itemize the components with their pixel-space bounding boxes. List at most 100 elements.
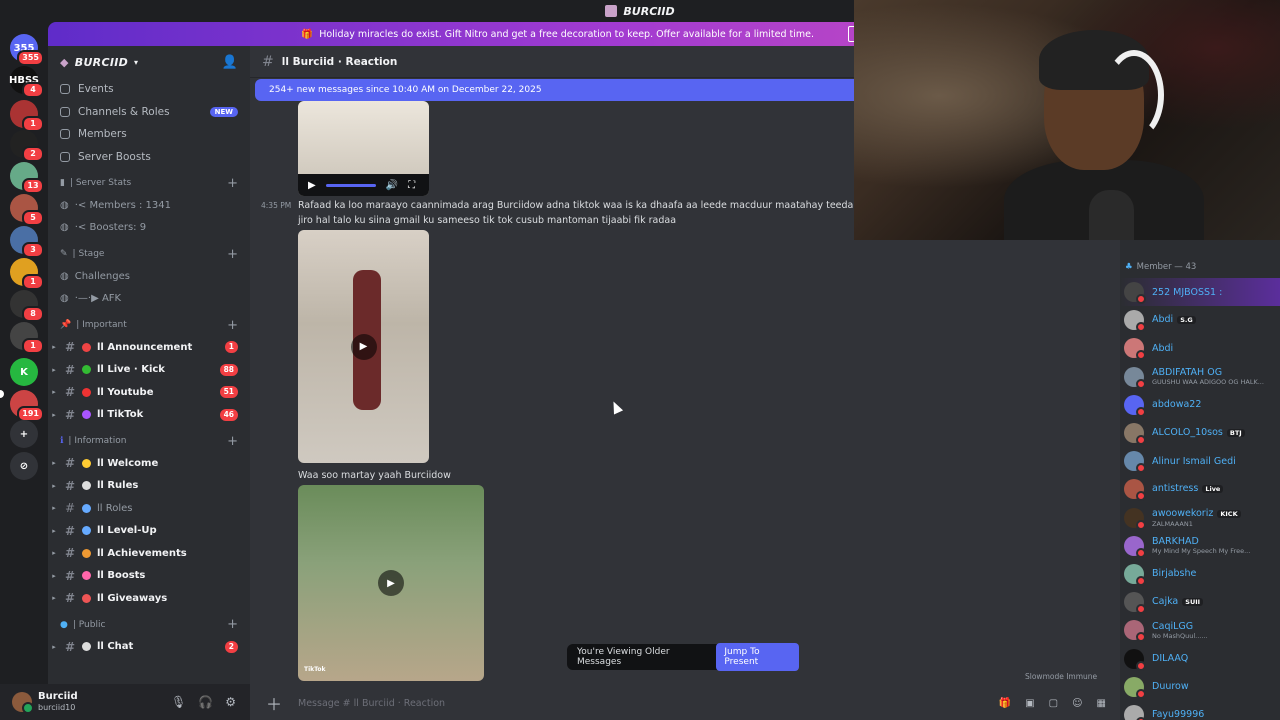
channel-emoji-icon <box>82 387 91 397</box>
server-icon[interactable]: 8 <box>10 290 44 322</box>
member-item[interactable]: awoowekoriz KICK ZALMAAAN1 <box>1120 504 1280 532</box>
channel-item[interactable]: ▸ # ll Youtube 51 <box>48 381 250 404</box>
nav-channels-roles[interactable]: Channels & Roles NEW <box>48 101 250 124</box>
member-item[interactable]: Abdi S.G <box>1120 306 1280 334</box>
apps-icon[interactable]: ▦ <box>1097 698 1106 709</box>
channel-item[interactable]: ▸ # ll Level-Up <box>48 520 250 543</box>
member-item[interactable]: BARKHAD My Mind My Speech My Free... <box>1120 532 1280 560</box>
nav-server-boosts[interactable]: Server Boosts <box>48 146 250 169</box>
channel-item[interactable]: ◍ ·< Boosters: 9 <box>48 217 250 240</box>
server-icon[interactable]: 1 <box>10 322 44 354</box>
server-header[interactable]: ◆ BURCIID ▾ 👤 <box>48 46 250 78</box>
video-attachment[interactable]: ▶ 🔊 ⛶ <box>298 101 429 196</box>
channel-item[interactable]: ▸ # ll Announcement 1 <box>48 336 250 359</box>
information-channels: ▸ # ll Welcome ▸ # ll Rules ▸ # ll Roles ▸ # ll Lev… <box>48 452 250 610</box>
fullscreen-icon[interactable]: ⛶ <box>408 180 415 191</box>
nitro-banner[interactable]: 🎁 Holiday miracles do exist. Gift Nitro … <box>48 22 858 46</box>
message-input[interactable]: Message # ll Burciid · Reaction <box>298 698 445 709</box>
gift-icon[interactable]: 🎁 <box>999 698 1011 709</box>
headset <box>1104 50 1164 140</box>
server-icon[interactable]: K <box>10 358 38 386</box>
add-channel-icon[interactable]: + <box>227 247 238 262</box>
headphones-icon[interactable]: 🎧 <box>198 695 213 709</box>
category-public[interactable]: ● | Public + <box>48 614 250 636</box>
channel-item[interactable]: ◍ Challenges <box>48 265 250 288</box>
hash-icon: # <box>64 523 76 538</box>
channel-item[interactable]: ▸ # ll Live · Kick 88 <box>48 359 250 382</box>
gif-icon[interactable]: ▣ <box>1025 698 1034 709</box>
channel-label: ll Welcome <box>97 457 159 469</box>
category-server-stats[interactable]: ▮ | Server Stats + <box>48 172 250 194</box>
unread-count-badge: 46 <box>219 408 238 421</box>
member-item[interactable]: 252 MJBOSS1 : <box>1120 278 1280 307</box>
invite-people-icon[interactable]: 👤 <box>222 55 239 70</box>
member-item[interactable]: DILAAQ <box>1120 644 1280 672</box>
channel-item[interactable]: ▸ # ll Boosts <box>48 565 250 588</box>
nav-members[interactable]: Members <box>48 123 250 146</box>
play-icon[interactable]: ▶ <box>350 333 377 360</box>
channel-item[interactable]: ◍ ·—·▶ AFK <box>48 288 250 311</box>
video-progress[interactable] <box>325 183 376 187</box>
member-item[interactable]: antistress Live <box>1120 475 1280 503</box>
microphone-icon[interactable]: 🎙 <box>171 695 186 709</box>
member-item[interactable]: ALCOLO_10sos BTJ <box>1120 419 1280 447</box>
video-attachment[interactable]: ▶ <box>298 230 429 463</box>
server-icon[interactable]: HBSS 4 <box>9 66 44 98</box>
server-icon[interactable]: 5 <box>10 194 44 226</box>
jump-to-present-button[interactable]: Jump To Present <box>716 643 799 671</box>
nav-events[interactable]: Events <box>48 78 250 101</box>
channel-item[interactable]: ▸ # ll Roles <box>48 497 250 520</box>
channel-item[interactable]: ◍ ·< Members : 1341 <box>48 194 250 217</box>
calendar-icon <box>60 84 70 95</box>
channel-item[interactable]: ▸ # ll Chat 2 <box>48 636 250 659</box>
add-channel-icon[interactable]: + <box>227 318 238 333</box>
member-item[interactable]: Alinur Ismail Gedi <box>1120 447 1280 475</box>
category-stage[interactable]: ✎ | Stage + <box>48 243 250 265</box>
public-channels: ▸ # ll Chat 2 <box>48 636 250 659</box>
play-icon[interactable]: ▶ <box>378 570 404 596</box>
emoji-icon[interactable]: ☺ <box>1072 698 1082 709</box>
new-messages-bar[interactable]: 254+ new messages since 10:40 AM on Dece… <box>255 79 855 101</box>
add-attachment-icon[interactable]: ＋ <box>266 691 282 715</box>
member-item[interactable]: Abdi <box>1120 334 1280 362</box>
channel-emoji-icon <box>82 571 91 581</box>
member-item[interactable]: Birjabshe <box>1120 560 1280 588</box>
category-important[interactable]: 📌 | Important + <box>48 314 250 336</box>
member-category-label: Member — 43 <box>1136 262 1197 272</box>
add-channel-icon[interactable]: + <box>227 176 238 191</box>
member-item[interactable]: Fayu99996 <box>1120 701 1280 720</box>
channel-item[interactable]: ▸ # ll Welcome <box>48 452 250 475</box>
member-item[interactable]: abdowa22 <box>1120 391 1280 419</box>
category-label: | Stage <box>72 249 105 259</box>
discover-icon[interactable]: ⊘ <box>10 452 38 480</box>
sticker-icon[interactable]: ▢ <box>1049 698 1058 709</box>
channel-item[interactable]: ▸ # ll Rules <box>48 475 250 498</box>
server-icon[interactable]: 355 355 <box>10 34 44 66</box>
avatar <box>1124 423 1146 446</box>
server-icon[interactable]: 191 <box>10 390 44 422</box>
server-icon[interactable]: 2 <box>10 130 44 162</box>
video-attachment[interactable]: ▶ TikTok <box>298 485 484 681</box>
channel-item[interactable]: ▸ # ll Achievements <box>48 542 250 565</box>
add-channel-icon[interactable]: + <box>227 434 238 449</box>
volume-icon[interactable]: 🔊 <box>386 180 398 191</box>
channel-item[interactable]: ▸ # ll Giveaways <box>48 587 250 610</box>
add-channel-icon[interactable]: + <box>227 617 238 632</box>
channel-item[interactable]: ▸ # ll TikTok 46 <box>48 404 250 427</box>
server-icon[interactable]: 1 <box>10 258 44 290</box>
member-item[interactable]: Cajka SUII <box>1120 588 1280 616</box>
avatar <box>1124 704 1146 720</box>
server-icon[interactable]: 1 <box>10 100 44 132</box>
server-icon[interactable]: 3 <box>10 226 44 258</box>
avatar[interactable] <box>12 692 34 714</box>
add-server-button[interactable]: + <box>10 420 38 448</box>
gear-icon[interactable]: ⚙ <box>225 695 236 709</box>
member-name: Birjabshe <box>1152 568 1196 579</box>
member-name-text: antistress <box>1152 483 1199 495</box>
member-item[interactable]: ABDIFATAH OG GUUSHU WAA ADIGOO OG HALK... <box>1120 363 1280 391</box>
play-icon[interactable]: ▶ <box>308 180 316 191</box>
member-item[interactable]: CaqiLGG No MashQuul...... <box>1120 616 1280 644</box>
server-icon[interactable]: 13 <box>10 162 44 194</box>
category-information[interactable]: ℹ | Information + <box>48 430 250 452</box>
member-item[interactable]: Duurow <box>1120 673 1280 701</box>
